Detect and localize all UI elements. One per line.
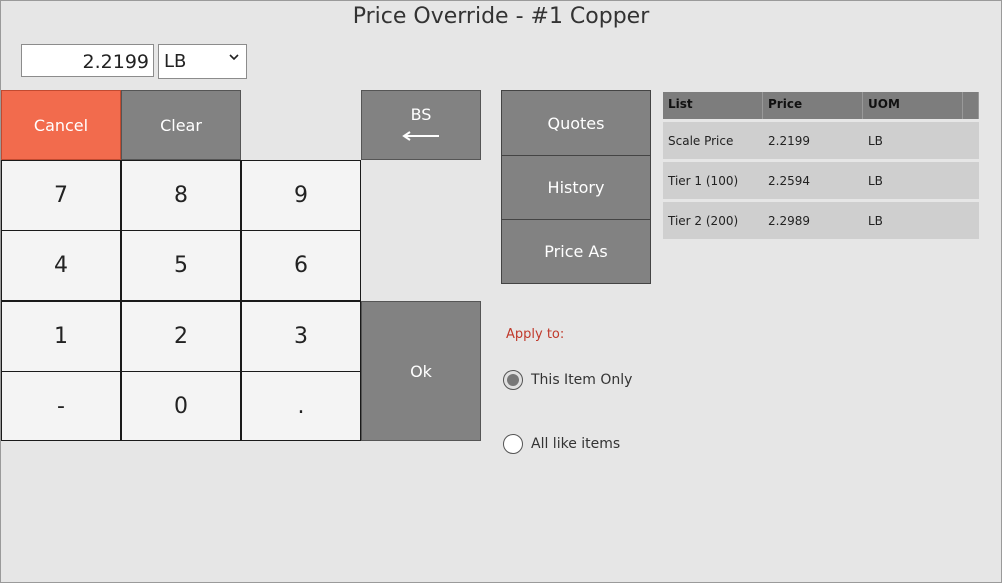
column-header-uom: UOM xyxy=(863,92,963,119)
backspace-label: BS xyxy=(410,105,432,124)
price-input[interactable]: 2.2199 xyxy=(21,44,154,77)
ok-button[interactable]: Ok xyxy=(361,301,481,441)
uom-select[interactable]: LB xyxy=(158,44,247,79)
key-6[interactable]: 6 xyxy=(241,230,361,301)
key-4[interactable]: 4 xyxy=(1,230,121,301)
cell-price: 2.2989 xyxy=(768,214,810,228)
cancel-button[interactable]: Cancel xyxy=(1,90,121,160)
column-header-price: Price xyxy=(763,92,863,119)
chevron-down-icon xyxy=(228,51,240,67)
cell-price: 2.2594 xyxy=(768,174,810,188)
cell-uom: LB xyxy=(868,174,883,188)
apply-to-label: Apply to: xyxy=(506,327,565,342)
history-button[interactable]: History xyxy=(501,155,651,220)
key-3[interactable]: 3 xyxy=(241,301,361,372)
backspace-button[interactable]: BS xyxy=(361,90,481,160)
cell-uom: LB xyxy=(868,134,883,148)
cell-list: Scale Price xyxy=(668,134,734,148)
key-1[interactable]: 1 xyxy=(1,301,121,372)
uom-selected-value: LB xyxy=(164,51,187,72)
radio-button-checked[interactable] xyxy=(503,370,523,390)
radio-label: This Item Only xyxy=(531,372,633,388)
table-row[interactable]: Tier 1 (100) 2.2594 LB xyxy=(663,162,979,199)
radio-label: All like items xyxy=(531,436,621,452)
radio-button[interactable] xyxy=(503,434,523,454)
quotes-button[interactable]: Quotes xyxy=(501,90,651,156)
key-minus[interactable]: - xyxy=(1,371,121,441)
key-0[interactable]: 0 xyxy=(121,371,241,441)
key-8[interactable]: 8 xyxy=(121,160,241,231)
radio-all-like-items[interactable]: All like items xyxy=(503,434,620,454)
price-list-table: List Price UOM Scale Price 2.2199 LB Tie… xyxy=(663,92,979,239)
table-row[interactable]: Tier 2 (200) 2.2989 LB xyxy=(663,202,979,239)
table-header: List Price UOM xyxy=(663,92,979,119)
key-2[interactable]: 2 xyxy=(121,301,241,372)
key-5[interactable]: 5 xyxy=(121,230,241,301)
arrow-left-icon xyxy=(401,126,441,145)
column-header-spacer xyxy=(963,92,979,119)
cell-list: Tier 2 (200) xyxy=(668,214,739,228)
key-9[interactable]: 9 xyxy=(241,160,361,231)
page-title: Price Override - #1 Copper xyxy=(352,4,650,29)
cell-uom: LB xyxy=(868,214,883,228)
clear-button[interactable]: Clear xyxy=(121,90,241,160)
column-header-list: List xyxy=(663,92,763,119)
cell-price: 2.2199 xyxy=(768,134,810,148)
price-as-button[interactable]: Price As xyxy=(501,219,651,284)
key-7[interactable]: 7 xyxy=(1,160,121,231)
radio-this-item-only[interactable]: This Item Only xyxy=(503,370,632,390)
cell-list: Tier 1 (100) xyxy=(668,174,739,188)
key-decimal[interactable]: . xyxy=(241,371,361,441)
table-row[interactable]: Scale Price 2.2199 LB xyxy=(663,122,979,159)
